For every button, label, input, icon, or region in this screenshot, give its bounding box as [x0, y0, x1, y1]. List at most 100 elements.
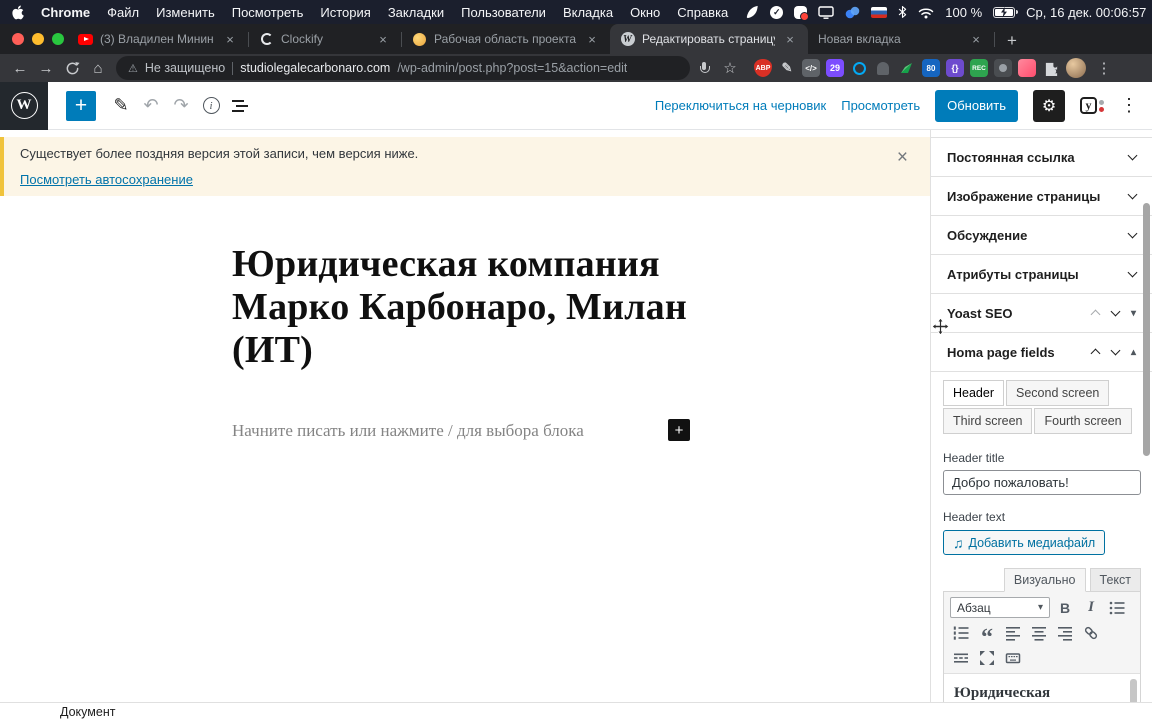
tab-text[interactable]: Текст — [1089, 568, 1141, 592]
tab-youtube[interactable]: (3) Владилен Минин – Как од × — [68, 24, 248, 54]
close-tab-icon[interactable]: × — [584, 31, 600, 47]
extensions-puzzle-icon[interactable] — [1042, 59, 1060, 77]
wordpress-logo-button[interactable]: W — [0, 81, 48, 130]
profile-avatar[interactable] — [1066, 58, 1086, 78]
ghost-extension-icon[interactable] — [874, 59, 892, 77]
close-tab-icon[interactable]: × — [968, 31, 984, 47]
keyboard-layout-flag-icon[interactable] — [871, 6, 888, 18]
italic-icon[interactable]: I — [1080, 598, 1102, 618]
address-bar[interactable]: ⚠ Не защищено studiolegalecarbonaro.com … — [116, 56, 690, 80]
options-kebab-icon[interactable]: ⋮ — [1119, 91, 1139, 121]
move-up-icon[interactable] — [1090, 348, 1101, 359]
display-status-icon[interactable] — [818, 5, 834, 19]
post-title-field[interactable]: Юридическая компания Марко Карбонаро, Ми… — [232, 243, 712, 372]
forward-icon[interactable]: → — [34, 56, 58, 80]
blockquote-icon[interactable]: “ — [976, 623, 998, 650]
align-center-icon[interactable] — [1028, 623, 1050, 643]
menu-window[interactable]: Окно — [630, 5, 660, 20]
code-extension-icon[interactable]: </> — [802, 59, 820, 77]
panel-featured-image[interactable]: Изображение страницы — [931, 177, 1152, 216]
maximize-window-button[interactable] — [52, 33, 64, 45]
align-left-icon[interactable] — [1002, 623, 1024, 643]
tools-pencil-icon[interactable]: ✎ — [106, 91, 136, 121]
panel-permalink[interactable]: Постоянная ссылка — [931, 138, 1152, 177]
document-breadcrumb[interactable]: Документ — [60, 705, 115, 719]
preview-link[interactable]: Просмотреть — [841, 98, 920, 113]
switch-to-draft-link[interactable]: Переключиться на черновик — [655, 98, 826, 113]
panel-discussion[interactable]: Обсуждение — [931, 216, 1152, 255]
settings-gear-button[interactable]: ⚙ — [1033, 89, 1065, 122]
panel-homa-page-fields[interactable]: Homa page fields ▴ — [931, 333, 1152, 372]
messenger-status-icon[interactable] — [845, 6, 860, 19]
read-more-tag-icon[interactable] — [950, 648, 972, 668]
menu-users[interactable]: Пользователи — [461, 5, 546, 20]
tab-header[interactable]: Header — [943, 380, 1004, 406]
collapse-triangle-icon[interactable]: ▴ — [1131, 347, 1136, 358]
bold-icon[interactable]: B — [1054, 598, 1076, 618]
pink-extension-icon[interactable] — [1018, 59, 1036, 77]
redo-icon[interactable]: ↷ — [166, 91, 196, 121]
move-down-icon[interactable] — [1110, 306, 1121, 317]
block-inserter-button[interactable]: + — [668, 419, 690, 441]
menu-view[interactable]: Посмотреть — [232, 5, 304, 20]
tab-visual[interactable]: Визуально — [1003, 568, 1086, 592]
yoast-seo-button[interactable]: y — [1080, 97, 1104, 114]
list-view-icon[interactable] — [226, 91, 256, 121]
close-tab-icon[interactable]: × — [375, 31, 391, 47]
back-icon[interactable]: ← — [8, 56, 32, 80]
pen-extension-icon[interactable]: ✎ — [778, 59, 796, 77]
check-circle-status-icon[interactable]: ✓ — [770, 5, 784, 19]
adblock-extension-icon[interactable]: ABP — [754, 59, 772, 77]
move-down-icon[interactable] — [1110, 345, 1121, 356]
format-select[interactable]: Абзац ▾ — [950, 597, 1050, 618]
home-icon[interactable]: ⌂ — [86, 56, 110, 80]
menu-edit[interactable]: Изменить — [156, 5, 215, 20]
empty-block-placeholder[interactable]: Начните писать или нажмите / для выбора … — [232, 421, 584, 441]
menu-history[interactable]: История — [320, 5, 370, 20]
collapse-triangle-icon[interactable]: ▾ — [1131, 308, 1136, 319]
toolbar-toggle-icon[interactable] — [1002, 648, 1024, 668]
braces-extension-icon[interactable]: {} — [946, 59, 964, 77]
tab-fourth-screen[interactable]: Fourth screen — [1034, 408, 1132, 434]
voice-search-icon[interactable] — [692, 56, 716, 80]
fullscreen-icon[interactable] — [976, 648, 998, 668]
tab-clockify[interactable]: Clockify × — [249, 24, 401, 54]
dismiss-notice-icon[interactable]: × — [897, 147, 908, 169]
menu-tab[interactable]: Вкладка — [563, 5, 613, 20]
wifi-icon[interactable] — [918, 6, 934, 19]
menu-bookmarks[interactable]: Закладки — [388, 5, 444, 20]
chrome-menu-kebab-icon[interactable]: ⋮ — [1092, 56, 1116, 80]
details-info-icon[interactable]: i — [196, 91, 226, 121]
not-secure-warning-icon[interactable]: ⚠ — [128, 62, 138, 75]
screen-recorder-extension-icon[interactable]: REC — [970, 59, 988, 77]
video-extension-icon[interactable]: 80 — [922, 59, 940, 77]
new-tab-button[interactable]: + — [999, 28, 1025, 54]
header-title-input[interactable] — [943, 470, 1141, 495]
camera-extension-icon[interactable] — [994, 59, 1012, 77]
minimize-window-button[interactable] — [32, 33, 44, 45]
view-autosave-link[interactable]: Посмотреть автосохранение — [20, 172, 193, 187]
sidebar-scrollbar[interactable] — [1143, 203, 1150, 456]
bullet-list-icon[interactable] — [1106, 598, 1128, 618]
close-tab-icon[interactable]: × — [222, 31, 238, 47]
close-window-button[interactable] — [12, 33, 24, 45]
reload-icon[interactable] — [60, 56, 84, 80]
panel-yoast-seo[interactable]: Yoast SEO ▾ — [931, 294, 1152, 333]
pen-status-icon[interactable] — [745, 5, 759, 19]
undo-icon[interactable]: ↶ — [136, 91, 166, 121]
clockify-extension-icon[interactable] — [850, 59, 868, 77]
move-up-icon[interactable] — [1090, 309, 1101, 320]
panel-page-attributes[interactable]: Атрибуты страницы — [931, 255, 1152, 294]
tab-counter-extension-icon[interactable]: 29 — [826, 59, 844, 77]
align-right-icon[interactable] — [1054, 623, 1076, 643]
bookmark-star-icon[interactable]: ☆ — [718, 56, 742, 80]
tab-third-screen[interactable]: Third screen — [943, 408, 1033, 434]
tinymce-scrollbar[interactable] — [1130, 679, 1137, 702]
menu-file[interactable]: Файл — [107, 5, 139, 20]
block-inserter-toggle-button[interactable]: + — [66, 90, 96, 121]
menu-chrome[interactable]: Chrome — [41, 5, 90, 20]
numbered-list-icon[interactable] — [950, 623, 972, 643]
apple-icon[interactable] — [12, 5, 24, 20]
tinymce-content[interactable]: Юридическая — [944, 673, 1140, 702]
tab-second-screen[interactable]: Second screen — [1006, 380, 1110, 406]
